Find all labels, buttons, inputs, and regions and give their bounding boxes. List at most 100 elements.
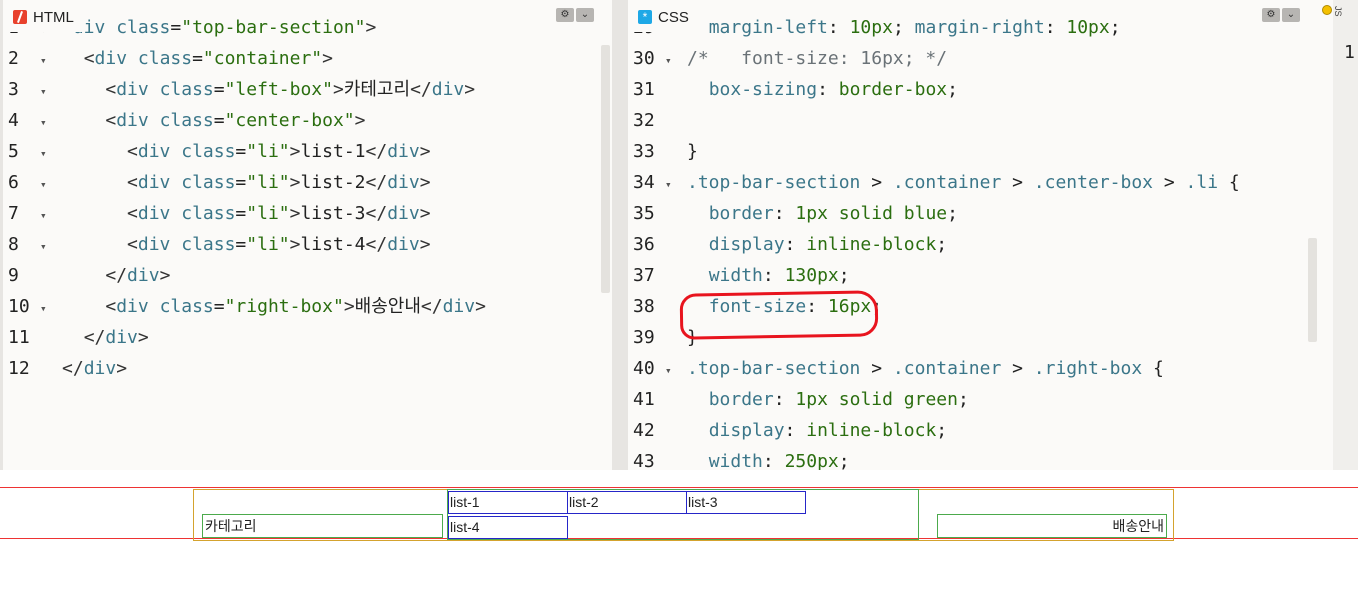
fold-toggle-icon[interactable]: ▾: [40, 231, 62, 262]
code-token: class: [159, 79, 214, 100]
code-token: div: [387, 141, 420, 162]
code-token: blue: [903, 203, 948, 224]
fold-toggle-icon[interactable]: ▾: [40, 293, 62, 324]
line-number: 36: [633, 234, 655, 255]
code-line[interactable]: 36 display: inline-block;: [628, 229, 947, 260]
html-scrollbar[interactable]: [601, 45, 610, 293]
line-number: 12: [8, 358, 30, 379]
chevron-down-icon[interactable]: ⌄: [1282, 8, 1300, 22]
code-token: list-4: [300, 234, 366, 255]
code-token: div: [116, 296, 149, 317]
code-token: .container: [892, 358, 1002, 379]
html-tab[interactable]: HTML: [3, 2, 84, 32]
fold-toggle-icon[interactable]: ▾: [40, 200, 62, 231]
js-editor-panel[interactable]: [1333, 0, 1358, 470]
line-number: 9: [8, 265, 19, 286]
code-token: .li: [1185, 172, 1219, 193]
code-token: div: [387, 234, 420, 255]
code-line[interactable]: 10 ▾ <div class="right-box">배송안내</div>: [3, 291, 486, 322]
code-token: ;: [838, 265, 850, 286]
gear-icon[interactable]: ⚙: [556, 8, 574, 22]
fold-toggle-icon[interactable]: ▾: [665, 45, 687, 76]
fold-toggle-icon[interactable]: ▾: [40, 169, 62, 200]
code-token: :: [784, 234, 807, 255]
fold-toggle-icon[interactable]: ▾: [40, 138, 62, 169]
css-tab[interactable]: * CSS: [628, 2, 699, 32]
code-token: </: [365, 234, 388, 255]
code-token: class: [181, 172, 236, 193]
code-token: >: [419, 141, 431, 162]
code-token: >: [289, 172, 301, 193]
code-line[interactable]: 9 </div>: [3, 260, 170, 291]
code-token: =: [235, 234, 247, 255]
code-line[interactable]: 43 width: 250px;: [628, 446, 850, 470]
code-token: list-3: [300, 203, 366, 224]
code-line[interactable]: 3 ▾ <div class="left-box">카테고리</div>: [3, 74, 475, 105]
fold-toggle-icon[interactable]: ▾: [40, 107, 62, 138]
code-line[interactable]: 37 width: 130px;: [628, 260, 850, 291]
code-line[interactable]: 4 ▾ <div class="center-box">: [3, 105, 365, 136]
code-token: </: [365, 203, 388, 224]
code-line[interactable]: 2 ▾ <div class="container">: [3, 43, 333, 74]
code-line[interactable]: 34 ▾ .top-bar-section > .container > .cent…: [628, 167, 1240, 198]
code-line[interactable]: 32: [628, 105, 687, 136]
code-line[interactable]: 35 border: 1px solid blue;: [628, 198, 958, 229]
code-token: "container": [202, 48, 323, 69]
css-editor-panel[interactable]: 29 margin-left: 10px; margin-right: 10px…: [628, 0, 1333, 470]
code-token: =: [235, 172, 247, 193]
code-line[interactable]: 12 </div>: [3, 353, 127, 384]
code-line[interactable]: 11 </div>: [3, 322, 149, 353]
code-line[interactable]: 30 ▾/* font-size: 16px; */: [628, 43, 947, 74]
css-scrollbar[interactable]: [1308, 238, 1317, 342]
fold-toggle-icon[interactable]: ▾: [665, 169, 687, 200]
code-line[interactable]: 42 display: inline-block;: [628, 415, 947, 446]
code-token: div: [83, 358, 117, 379]
code-line[interactable]: 31 box-sizing: border-box;: [628, 74, 958, 105]
code-token: /* font-size: 16px; */: [687, 48, 948, 69]
code-token: >: [289, 203, 301, 224]
code-token: display: [708, 420, 785, 441]
code-line[interactable]: 33}: [628, 136, 698, 167]
code-token: <: [105, 110, 117, 131]
code-token: <: [127, 141, 138, 162]
chevron-down-icon[interactable]: ⌄: [576, 8, 594, 22]
js-tab-label[interactable]: JS: [1333, 6, 1343, 17]
fold-toggle-icon[interactable]: ▾: [40, 45, 62, 76]
code-token: solid: [838, 389, 893, 410]
fold-toggle-icon[interactable]: ▾: [40, 76, 62, 107]
code-token: div: [442, 296, 476, 317]
code-token: list-2: [300, 172, 366, 193]
code-token: >: [159, 265, 171, 286]
fold-toggle-icon[interactable]: ▾: [665, 355, 687, 386]
code-token: div: [137, 141, 171, 162]
code-token: class: [137, 48, 193, 69]
code-line[interactable]: 5 ▾ <div class="li">list-1</div>: [3, 136, 431, 167]
code-token: class: [181, 203, 236, 224]
html-editor-panel[interactable]: 1▾<div class="top-bar-section">2▾ <div c…: [3, 0, 612, 470]
gear-icon[interactable]: ⚙: [1262, 8, 1280, 22]
code-line[interactable]: 6 ▾ <div class="li">list-2</div>: [3, 167, 431, 198]
code-token: border-box: [838, 79, 948, 100]
code-token: div: [94, 48, 128, 69]
code-line[interactable]: 29 margin-left: 10px; margin-right: 10px…: [628, 12, 1121, 43]
code-line[interactable]: 40 ▾ .top-bar-section > .container > .righ…: [628, 353, 1164, 384]
code-token: ;: [947, 79, 958, 100]
code-token: :: [762, 265, 785, 286]
code-line[interactable]: 41 border: 1px solid green;: [628, 384, 969, 415]
code-line[interactable]: 8 ▾ <div class="li">list-4</div>: [3, 229, 431, 260]
code-token: .top-bar-section: [687, 358, 861, 379]
code-line[interactable]: 7 ▾ <div class="li">list-3</div>: [3, 198, 431, 229]
code-token: </: [83, 327, 106, 348]
code-token: inline-block: [806, 234, 937, 255]
code-token: 250px: [784, 451, 839, 470]
